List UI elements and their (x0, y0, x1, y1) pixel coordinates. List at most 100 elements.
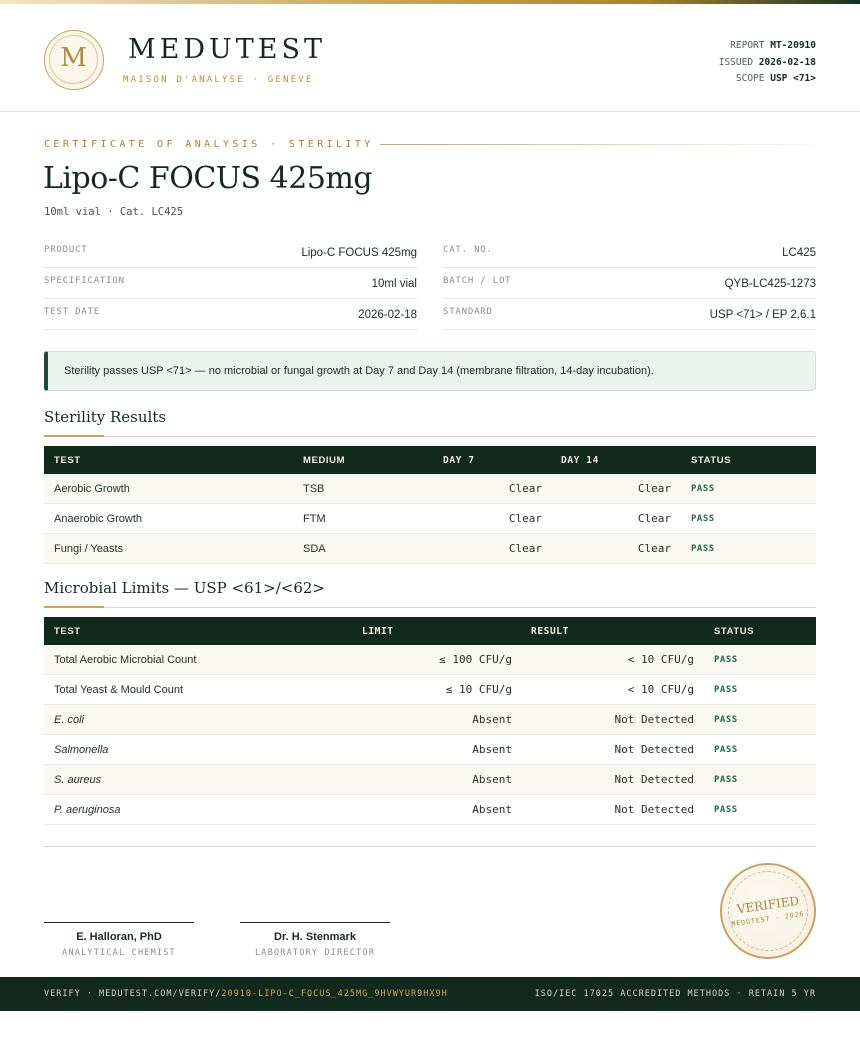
page-title: Lipo-C FOCUS 425mg (43, 161, 373, 196)
status-badge: PASS (714, 805, 738, 815)
cell-result: < 10 CFU/g (627, 653, 694, 666)
column-header: TEST (54, 455, 81, 466)
column-header: LIMIT (362, 626, 394, 637)
cell-day7: Clear (508, 542, 542, 555)
footer-divider (44, 846, 816, 847)
cell-test: Total Aerobic Microbial Count (54, 654, 197, 666)
verified-seal: VERIFIED MEDUTEST · 2026 (720, 863, 816, 959)
column-header: MEDIUM (303, 455, 346, 466)
spec-value: Lipo-C FOCUS 425mg (301, 247, 417, 259)
cell-medium: FTM (303, 513, 326, 525)
cell-result: Not Detected (614, 743, 694, 756)
spec-label: CAT. NO. (443, 245, 493, 255)
footer-bar: VERIFY · MEDUTEST.COM/VERIFY/20910-LIPO-… (0, 977, 860, 1011)
cell-test: S. aureus (54, 774, 102, 786)
cell-limit: Absent (472, 713, 512, 726)
spec-row: SPECIFICATION 10ml vial (44, 268, 417, 299)
spec-label: STANDARD (443, 307, 493, 317)
status-badge: PASS (691, 544, 715, 554)
table-row: Anaerobic Growth FTM Clear Clear PASS (44, 504, 816, 534)
spec-row: STANDARD USP <71> / EP 2.6.1 (443, 299, 816, 330)
signature-block: Dr. H. Stenmark LABORATORY DIRECTOR (240, 922, 390, 958)
table-row: P. aeruginosa Absent Not Detected PASS (44, 795, 816, 825)
verify-code: 20910-LIPO-C_FOCUS_425MG_9HVWYUR9HX9H (221, 989, 448, 999)
document-kicker: CERTIFICATE OF ANALYSIS · STERILITY (44, 139, 374, 150)
signatory-role: ANALYTICAL CHEMIST (62, 948, 176, 958)
report-id-row: REPORT MT-20910 (730, 40, 816, 51)
spec-value: 2026-02-18 (358, 309, 417, 321)
logo-letter: M (60, 43, 87, 73)
verify-link[interactable]: VERIFY · MEDUTEST.COM/VERIFY/20910-LIPO-… (44, 989, 448, 999)
spec-label: PRODUCT (44, 245, 88, 255)
kicker-divider (380, 144, 816, 145)
spec-row: TEST DATE 2026-02-18 (44, 299, 417, 330)
spec-label: BATCH / LOT (443, 276, 512, 286)
spec-value: 10ml vial (371, 278, 417, 290)
status-badge: PASS (714, 715, 738, 725)
sterility-section-title: Sterility Results (44, 408, 167, 426)
brand-tagline: MAISON D'ANALYSE · GENÈVE (123, 75, 314, 85)
column-header: DAY 7 (443, 455, 475, 466)
section-divider (44, 436, 816, 437)
spec-value: USP <71> / EP 2.6.1 (709, 309, 816, 321)
spec-column-right: CAT. NO. LC425 BATCH / LOT QYB-LC425-127… (443, 237, 816, 330)
spec-row: PRODUCT Lipo-C FOCUS 425mg (44, 237, 417, 268)
accreditation-note: ISO/IEC 17025 ACCREDITED METHODS · RETAI… (534, 989, 816, 999)
spec-column-left: PRODUCT Lipo-C FOCUS 425mg SPECIFICATION… (44, 237, 417, 330)
report-meta: REPORT MT-20910 ISSUED 2026-02-18 SCOPE … (719, 38, 816, 88)
table-row: E. coli Absent Not Detected PASS (44, 705, 816, 735)
signatory-role: LABORATORY DIRECTOR (254, 948, 376, 958)
result-summary-banner: Sterility passes USP <71> — no microbial… (44, 351, 816, 391)
scope-row: SCOPE USP <71> (735, 73, 816, 84)
table-row: Salmonella Absent Not Detected PASS (44, 735, 816, 765)
section-accent (44, 435, 104, 437)
cell-test: Salmonella (54, 744, 109, 756)
cell-result: < 10 CFU/g (627, 683, 694, 696)
signatory-name: E. Halloran, PhD (76, 931, 162, 943)
column-header: DAY 14 (561, 455, 599, 466)
spec-label: SPECIFICATION (44, 276, 125, 286)
page-subtitle: 10ml vial · Cat. LC425 (44, 206, 184, 218)
table-row: Total Aerobic Microbial Count ≤ 100 CFU/… (44, 645, 816, 675)
cell-result: Not Detected (614, 713, 694, 726)
signature-block: E. Halloran, PhD ANALYTICAL CHEMIST (44, 922, 194, 958)
signatory-name: Dr. H. Stenmark (274, 931, 356, 943)
spec-row: BATCH / LOT QYB-LC425-1273 (443, 268, 816, 299)
cell-test: Total Yeast & Mould Count (54, 684, 184, 696)
status-badge: PASS (714, 685, 738, 695)
brand-name: MEDUTEST (128, 34, 326, 65)
banner-text: Sterility passes USP <71> — no microbial… (64, 365, 654, 377)
cell-medium: TSB (303, 483, 325, 495)
cell-day14: Clear (637, 512, 671, 525)
issued-row: ISSUED 2026-02-18 (718, 56, 816, 68)
column-header: TEST (54, 626, 81, 637)
column-header: RESULT (531, 626, 569, 637)
section-divider (44, 607, 816, 608)
microbial-limits-table: TEST LIMIT RESULT STATUS Total Aerobic M… (44, 617, 816, 825)
cell-test: Aerobic Growth (54, 483, 130, 495)
status-badge: PASS (714, 655, 738, 665)
cell-test: P. aeruginosa (54, 804, 121, 816)
spec-value: LC425 (782, 247, 816, 259)
header: M MEDUTEST MAISON D'ANALYSE · GENÈVE REP… (0, 4, 860, 112)
cell-limit: ≤ 10 CFU/g (445, 683, 512, 696)
section-accent (44, 606, 104, 608)
cell-day14: Clear (637, 542, 671, 555)
cell-limit: ≤ 100 CFU/g (439, 653, 512, 666)
sterility-table: TEST MEDIUM DAY 7 DAY 14 STATUS Aerobic … (44, 446, 816, 564)
cell-day7: Clear (508, 482, 542, 495)
table-row: S. aureus Absent Not Detected PASS (44, 765, 816, 795)
status-badge: PASS (714, 745, 738, 755)
table-header: TEST LIMIT RESULT STATUS (44, 617, 816, 645)
table-row: Aerobic Growth TSB Clear Clear PASS (44, 474, 816, 504)
table-header: TEST MEDIUM DAY 7 DAY 14 STATUS (44, 446, 816, 474)
cell-limit: Absent (472, 743, 512, 756)
table-row: Total Yeast & Mould Count ≤ 10 CFU/g < 1… (44, 675, 816, 705)
spec-label: TEST DATE (44, 307, 100, 317)
cell-test: E. coli (54, 714, 84, 726)
cell-test: Anaerobic Growth (54, 513, 143, 525)
logo-emblem: M (44, 30, 104, 90)
status-badge: PASS (691, 484, 715, 494)
cell-limit: Absent (472, 803, 512, 816)
cell-test: Fungi / Yeasts (54, 543, 124, 555)
